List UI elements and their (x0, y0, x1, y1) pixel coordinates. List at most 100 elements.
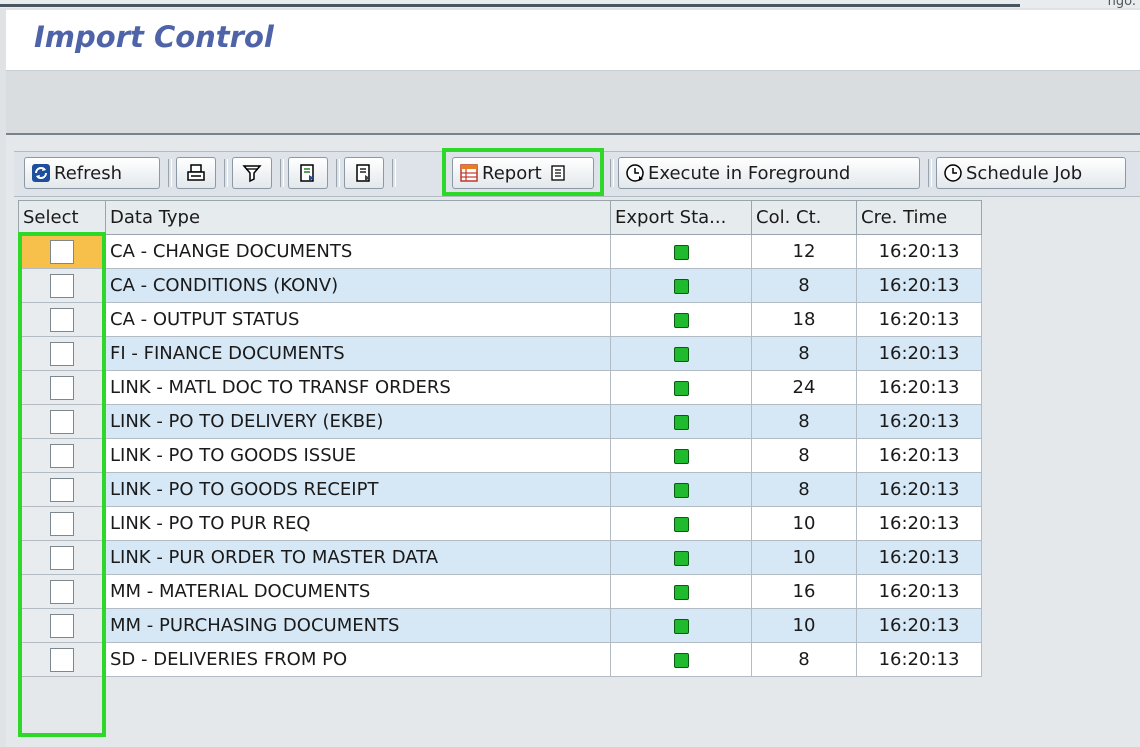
table-row[interactable]: LINK - PO TO DELIVERY (EKBE) 8 16:20:13 (18, 404, 982, 439)
row-checkbox[interactable] (50, 477, 74, 502)
export-status-cell (610, 302, 752, 337)
select-cell[interactable] (18, 574, 106, 609)
row-checkbox[interactable] (50, 647, 74, 672)
toolbar-separator (392, 159, 396, 187)
row-checkbox[interactable] (50, 409, 74, 434)
cre-time-cell: 16:20:13 (856, 540, 982, 575)
row-checkbox[interactable] (50, 375, 74, 400)
cre-time-cell: 16:20:13 (856, 268, 982, 303)
col-ct-cell: 8 (751, 404, 857, 439)
table-row[interactable]: MM - PURCHASING DOCUMENTS 10 16:20:13 (18, 608, 982, 643)
table-row[interactable]: MM - MATERIAL DOCUMENTS 16 16:20:13 (18, 574, 982, 609)
row-checkbox[interactable] (50, 239, 74, 264)
table-row[interactable]: LINK - PO TO GOODS RECEIPT 8 16:20:13 (18, 472, 982, 507)
print-icon (186, 163, 206, 183)
layout-button[interactable] (344, 157, 384, 189)
status-green-icon (673, 652, 689, 668)
status-green-icon (673, 278, 689, 294)
table-row[interactable]: CA - OUTPUT STATUS 18 16:20:13 (18, 302, 982, 337)
select-cell[interactable] (18, 438, 106, 473)
row-checkbox[interactable] (50, 511, 74, 536)
print-button[interactable] (176, 157, 216, 189)
toolbar-separator (336, 159, 340, 187)
header-col-ct[interactable]: Col. Ct. (751, 200, 857, 235)
select-cell[interactable] (18, 540, 106, 575)
select-cell[interactable] (18, 404, 106, 439)
row-checkbox[interactable] (50, 273, 74, 298)
toolbar-separator (224, 159, 228, 187)
export-status-cell (610, 438, 752, 473)
table-row[interactable]: CA - CHANGE DOCUMENTS 12 16:20:13 (18, 234, 982, 269)
header-export-status[interactable]: Export Sta... (610, 200, 752, 235)
col-ct-cell: 8 (751, 472, 857, 507)
row-checkbox[interactable] (50, 545, 74, 570)
row-checkbox[interactable] (50, 613, 74, 638)
col-ct-cell: 18 (751, 302, 857, 337)
table-row[interactable]: CA - CONDITIONS (KONV) 8 16:20:13 (18, 268, 982, 303)
status-green-icon (673, 584, 689, 600)
execute-label: Execute in Foreground (648, 162, 851, 184)
title-bar: Import Control (6, 10, 1140, 71)
select-cell[interactable] (18, 302, 106, 337)
select-cell[interactable] (18, 268, 106, 303)
cre-time-cell: 16:20:13 (856, 642, 982, 677)
select-cell[interactable] (18, 336, 106, 371)
row-checkbox[interactable] (50, 579, 74, 604)
cre-time-cell: 16:20:13 (856, 234, 982, 269)
toolbar-separator (610, 159, 614, 187)
filter-button[interactable] (232, 157, 272, 189)
export-button[interactable] (288, 157, 328, 189)
table-row[interactable]: LINK - MATL DOC TO TRANSF ORDERS 24 16:20:… (18, 370, 982, 405)
export-icon (298, 163, 318, 183)
table-row[interactable]: LINK - PO TO GOODS ISSUE 8 16:20:13 (18, 438, 982, 473)
schedule-label: Schedule Job (966, 162, 1083, 184)
select-cell[interactable] (18, 472, 106, 507)
header-cre-time[interactable]: Cre. Time (856, 200, 982, 235)
status-green-icon (673, 380, 689, 396)
data-type-cell: CA - OUTPUT STATUS (105, 302, 611, 337)
col-ct-cell: 10 (751, 540, 857, 575)
row-checkbox[interactable] (50, 443, 74, 468)
report-button[interactable]: Report (452, 157, 594, 189)
table-row[interactable]: LINK - PUR ORDER TO MASTER DATA 10 16:20:1… (18, 540, 982, 575)
header-data-type[interactable]: Data Type (105, 200, 611, 235)
select-cell[interactable] (18, 608, 106, 643)
cre-time-cell: 16:20:13 (856, 336, 982, 371)
header-select[interactable]: Select (18, 200, 106, 235)
table-row[interactable]: SD - DELIVERIES FROM PO 8 16:20:13 (18, 642, 982, 677)
data-type-cell: SD - DELIVERIES FROM PO (105, 642, 611, 677)
execute-foreground-button[interactable]: Execute in Foreground (618, 157, 920, 189)
export-status-cell (610, 268, 752, 303)
corner-text: ngo. (1107, 0, 1136, 9)
report-icon (459, 163, 479, 183)
clock-icon (943, 163, 963, 183)
data-type-cell: CA - CHANGE DOCUMENTS (105, 234, 611, 269)
cre-time-cell: 16:20:13 (856, 404, 982, 439)
status-green-icon (673, 346, 689, 362)
filter-icon (242, 163, 262, 183)
select-cell[interactable] (18, 234, 106, 269)
data-type-cell: LINK - PO TO PUR REQ (105, 506, 611, 541)
status-green-icon (673, 244, 689, 260)
table-row[interactable]: LINK - PO TO PUR REQ 10 16:20:13 (18, 506, 982, 541)
status-green-icon (673, 448, 689, 464)
select-cell[interactable] (18, 642, 106, 677)
select-cell[interactable] (18, 370, 106, 405)
schedule-job-button[interactable]: Schedule Job (936, 157, 1126, 189)
cre-time-cell: 16:20:13 (856, 370, 982, 405)
export-status-cell (610, 608, 752, 643)
export-status-cell (610, 642, 752, 677)
toolbar-separator (928, 159, 932, 187)
data-type-cell: CA - CONDITIONS (KONV) (105, 268, 611, 303)
table-row[interactable]: FI - FINANCE DOCUMENTS 8 16:20:13 (18, 336, 982, 371)
data-type-cell: LINK - PO TO DELIVERY (EKBE) (105, 404, 611, 439)
export-status-cell (610, 506, 752, 541)
cre-time-cell: 16:20:13 (856, 574, 982, 609)
layout-icon (354, 163, 374, 183)
toolbar-separator (168, 159, 172, 187)
data-type-cell: MM - MATERIAL DOCUMENTS (105, 574, 611, 609)
select-cell[interactable] (18, 506, 106, 541)
row-checkbox[interactable] (50, 307, 74, 332)
refresh-button[interactable]: Refresh (24, 157, 160, 189)
row-checkbox[interactable] (50, 341, 74, 366)
